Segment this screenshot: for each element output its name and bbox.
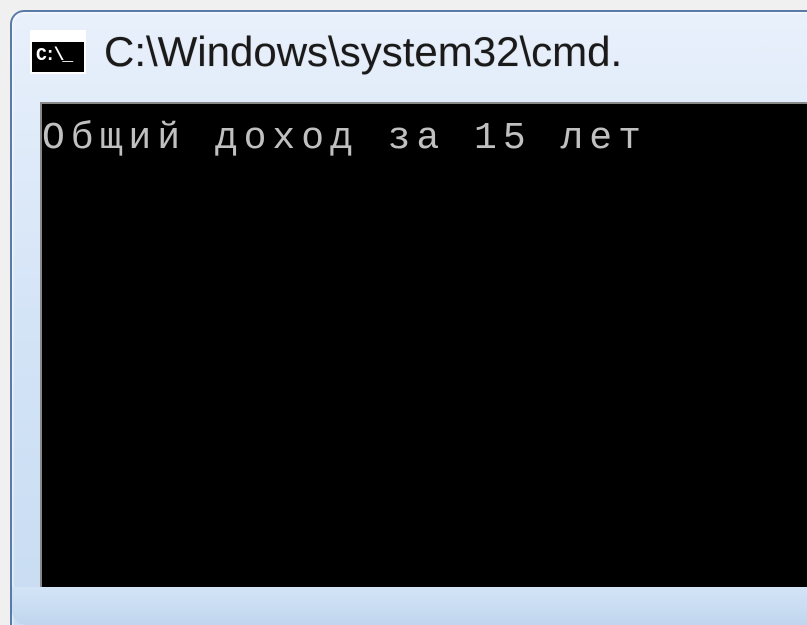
titlebar[interactable]: C:\Windows\system32\cmd. (12, 12, 807, 92)
cmd-window: C:\Windows\system32\cmd. Общий доход за … (10, 10, 807, 625)
cmd-icon (30, 30, 86, 74)
console-line: Общий доход за 15 лет (42, 116, 807, 162)
window-frame-bottom (12, 587, 807, 625)
window-title: C:\Windows\system32\cmd. (104, 28, 622, 76)
console-output[interactable]: Общий доход за 15 лет (40, 102, 807, 587)
